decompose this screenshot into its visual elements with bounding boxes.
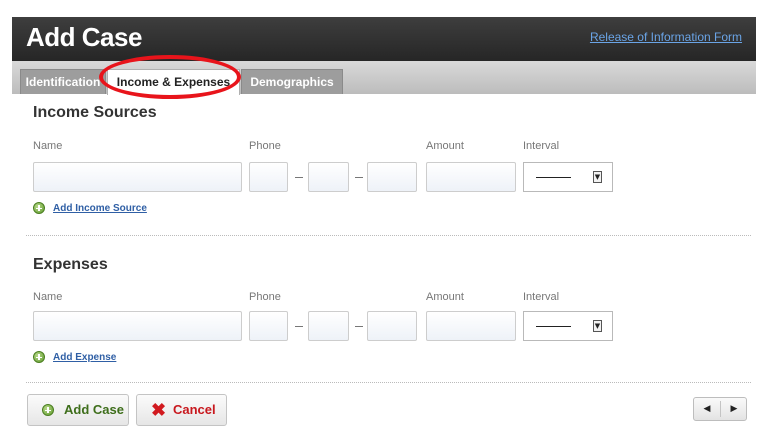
- dropdown-arrow-icon[interactable]: ▼: [593, 320, 602, 332]
- plus-circle-icon: [42, 404, 54, 416]
- pager-controls: ◀ ▶: [693, 397, 747, 421]
- cancel-button[interactable]: ✖ Cancel: [136, 394, 227, 426]
- tab-bar: Identification Income & Expenses Demogra…: [12, 61, 756, 95]
- x-icon: ✖: [151, 400, 167, 420]
- phone-separator: [355, 326, 363, 327]
- expense-amount-input[interactable]: [426, 311, 516, 341]
- add-case-label: Add Case: [64, 402, 124, 417]
- cancel-label: Cancel: [173, 402, 216, 417]
- expenses-title: Expenses: [33, 256, 108, 273]
- add-case-button[interactable]: Add Case: [27, 394, 129, 426]
- expense-interval-select[interactable]: ▼: [523, 311, 613, 341]
- expense-phone-area-input[interactable]: [249, 311, 288, 341]
- income-amount-label: Amount: [426, 140, 464, 152]
- income-interval-label: Interval: [523, 140, 560, 152]
- income-phone-line-input[interactable]: [367, 162, 417, 192]
- section-divider: [26, 235, 751, 236]
- expense-interval-label: Interval: [523, 291, 560, 303]
- phone-separator: [295, 326, 303, 327]
- plus-circle-icon[interactable]: [33, 351, 45, 363]
- add-expense-link[interactable]: Add Expense: [53, 352, 116, 363]
- tab-identification[interactable]: Identification: [20, 69, 106, 94]
- income-name-label: Name: [33, 140, 63, 152]
- dropdown-arrow-icon[interactable]: ▼: [593, 171, 602, 183]
- income-phone-label: Phone: [249, 140, 281, 152]
- expense-phone-label: Phone: [249, 291, 281, 303]
- expense-amount-label: Amount: [426, 291, 464, 303]
- interval-selected-value: [536, 177, 571, 178]
- plus-circle-icon[interactable]: [33, 202, 45, 214]
- tab-demographics[interactable]: Demographics: [241, 69, 343, 94]
- page-title: Add Case: [26, 22, 142, 52]
- page-header: Add Case Release of Information Form: [12, 17, 756, 61]
- income-phone-area-input[interactable]: [249, 162, 288, 192]
- interval-selected-value: [536, 326, 571, 327]
- add-income-source-link[interactable]: Add Income Source: [53, 203, 147, 214]
- expense-name-input[interactable]: [33, 311, 242, 341]
- release-of-information-link[interactable]: Release of Information Form: [590, 30, 742, 44]
- income-interval-select[interactable]: ▼: [523, 162, 613, 192]
- income-amount-input[interactable]: [426, 162, 516, 192]
- income-name-input[interactable]: [33, 162, 242, 192]
- chevron-right-icon[interactable]: ▶: [721, 398, 747, 420]
- phone-separator: [295, 177, 303, 178]
- income-sources-title: Income Sources: [33, 104, 157, 121]
- chevron-left-icon[interactable]: ◀: [694, 398, 720, 420]
- tab-income-expenses[interactable]: Income & Expenses: [107, 69, 240, 95]
- expense-phone-prefix-input[interactable]: [308, 311, 349, 341]
- add-case-window: Add Case Release of Information Form Ide…: [12, 0, 756, 435]
- income-phone-prefix-input[interactable]: [308, 162, 349, 192]
- section-divider: [26, 382, 751, 383]
- expense-phone-line-input[interactable]: [367, 311, 417, 341]
- phone-separator: [355, 177, 363, 178]
- expense-name-label: Name: [33, 291, 63, 303]
- window-top-strip: [12, 0, 756, 17]
